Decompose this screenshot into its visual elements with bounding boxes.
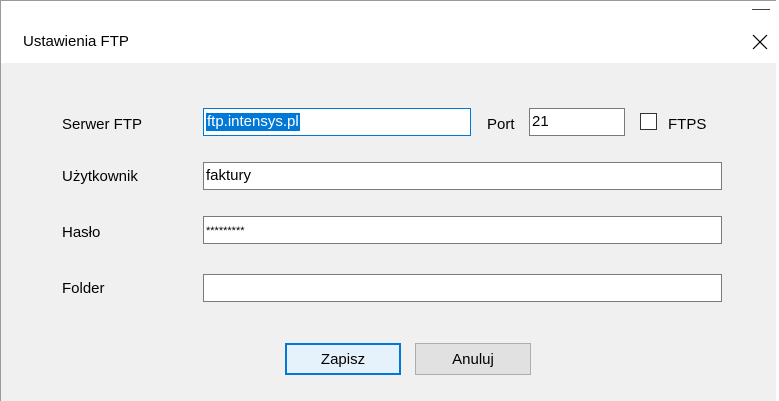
ftps-label: FTPS bbox=[668, 116, 707, 133]
user-input[interactable]: faktury bbox=[203, 162, 722, 190]
ftps-checkbox[interactable] bbox=[640, 113, 657, 130]
cancel-button[interactable]: Anuluj bbox=[415, 343, 531, 375]
title-bar: Ustawienia FTP bbox=[1, 1, 779, 63]
folder-input[interactable] bbox=[203, 274, 722, 302]
background-window-edge bbox=[752, 9, 770, 10]
save-button[interactable]: Zapisz bbox=[285, 343, 401, 375]
password-input[interactable]: ********* bbox=[203, 216, 722, 244]
cancel-button-label: Anuluj bbox=[452, 350, 494, 368]
window-title: Ustawienia FTP bbox=[23, 33, 129, 50]
server-input-value: ftp.intensys.pl bbox=[206, 113, 300, 132]
user-input-value: faktury bbox=[206, 167, 252, 184]
server-label: Serwer FTP bbox=[62, 116, 143, 133]
password-label: Hasło bbox=[62, 224, 101, 241]
port-label: Port bbox=[487, 116, 515, 133]
save-button-label: Zapisz bbox=[320, 350, 366, 368]
folder-label: Folder bbox=[62, 280, 105, 297]
close-icon bbox=[752, 34, 768, 50]
close-button[interactable] bbox=[741, 23, 779, 61]
password-input-value: ********* bbox=[206, 225, 245, 237]
user-label: Użytkownik bbox=[62, 168, 138, 185]
server-input[interactable]: ftp.intensys.pl bbox=[203, 108, 471, 136]
port-input[interactable]: 21 bbox=[529, 108, 625, 136]
ftp-settings-dialog: Ustawienia FTP Serwer FTP ftp.intensys.p… bbox=[0, 0, 779, 401]
port-input-value: 21 bbox=[532, 113, 549, 130]
